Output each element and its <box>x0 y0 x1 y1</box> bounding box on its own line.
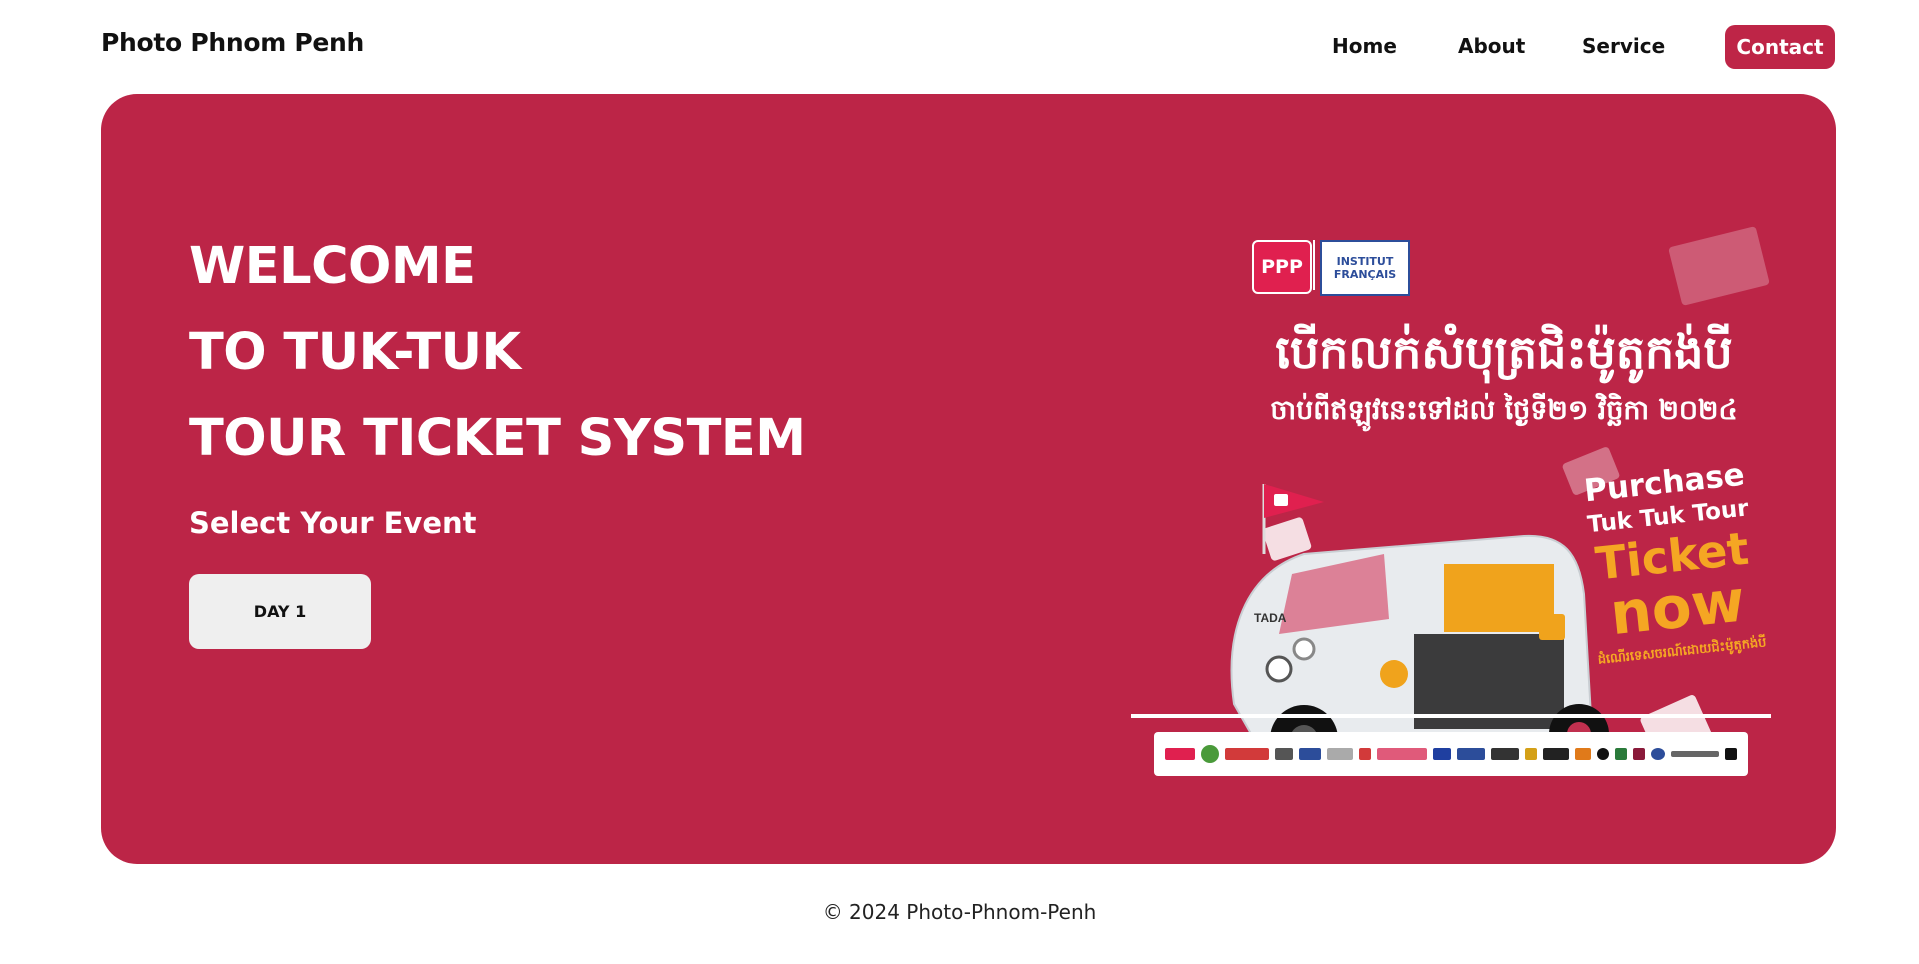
nav-service-link[interactable]: Service <box>1582 34 1665 58</box>
purchase-callout: Purchase Tuk Tuk Tour Ticket now ដំណើរទេ… <box>1578 456 1768 671</box>
institut-francais-logo: INSTITUT FRANÇAIS <box>1320 240 1410 296</box>
sponsor-logo <box>1359 748 1371 760</box>
sponsor-logo <box>1327 748 1353 760</box>
sponsor-logo <box>1543 748 1569 760</box>
ticket-decoration <box>1668 226 1770 306</box>
select-event-heading: Select Your Event <box>189 506 477 540</box>
poster-khmer-subtitle: ចាប់ពីឥឡូវនេះទៅដល់ ថ្ងៃទី២១ វិច្ឆិកា ២០២… <box>1270 395 1738 426</box>
sponsor-logo <box>1725 748 1737 760</box>
sponsor-logo <box>1201 745 1219 763</box>
cabin-panel <box>1444 564 1554 632</box>
sponsor-logo <box>1299 748 1321 760</box>
institut-logo-line: FRANÇAIS <box>1333 268 1397 281</box>
vehicle-brand-label: TADA <box>1254 611 1287 625</box>
nav-about-link[interactable]: About <box>1458 34 1525 58</box>
hero-title-line: WELCOME <box>189 237 476 296</box>
sponsor-logo <box>1165 748 1195 760</box>
hero-title-line: TO TUK-TUK <box>189 323 521 382</box>
headlight <box>1292 637 1316 661</box>
hero-title-line: TOUR TICKET SYSTEM <box>189 409 806 468</box>
logo-divider <box>1313 240 1315 290</box>
institut-logo-line: INSTITUT <box>1336 255 1394 268</box>
sponsor-logo <box>1525 748 1537 760</box>
sponsor-logo <box>1651 748 1665 760</box>
footer-copyright: © 2024 Photo-Phnom-Penh <box>822 900 1097 924</box>
hero-title: WELCOME TO TUK-TUK TOUR TICKET SYSTEM <box>189 224 806 482</box>
sponsor-logo <box>1225 748 1269 760</box>
sponsor-logo <box>1615 748 1627 760</box>
sponsor-logo <box>1671 751 1719 757</box>
brand-logo[interactable]: Photo Phnom Penh <box>101 28 364 57</box>
event-poster: PPP INSTITUT FRANÇAIS បើកលក់សំបុត្រជិះម៉… <box>1126 154 1806 794</box>
brand-emblem <box>1265 655 1293 683</box>
sponsor-logo <box>1597 748 1609 760</box>
sponsor-logo <box>1575 748 1591 760</box>
poster-divider <box>1131 714 1771 718</box>
sponsor-logo <box>1491 748 1519 760</box>
day-1-button[interactable]: DAY 1 <box>189 574 371 649</box>
sponsor-logo <box>1457 748 1485 760</box>
contact-button[interactable]: Contact <box>1725 25 1835 69</box>
poster-khmer-title: បើកលក់សំបុត្រជិះម៉ូតូកង់បី <box>1275 325 1733 379</box>
flag-icon <box>1262 484 1324 554</box>
purchase-now-word: now <box>1606 566 1749 649</box>
sponsor-logo <box>1377 748 1427 760</box>
nav-home-link[interactable]: Home <box>1332 34 1397 58</box>
door-badge <box>1380 660 1408 688</box>
sponsor-logo <box>1275 748 1293 760</box>
ppp-logo: PPP <box>1252 240 1312 294</box>
side-badge <box>1539 614 1565 640</box>
sponsor-logo <box>1433 748 1451 760</box>
sponsor-logo <box>1633 748 1645 760</box>
navbar: Photo Phnom Penh Home About Service Cont… <box>0 0 1919 90</box>
sponsor-logos-strip <box>1154 732 1748 776</box>
hero-banner: WELCOME TO TUK-TUK TOUR TICKET SYSTEM Se… <box>101 94 1836 864</box>
